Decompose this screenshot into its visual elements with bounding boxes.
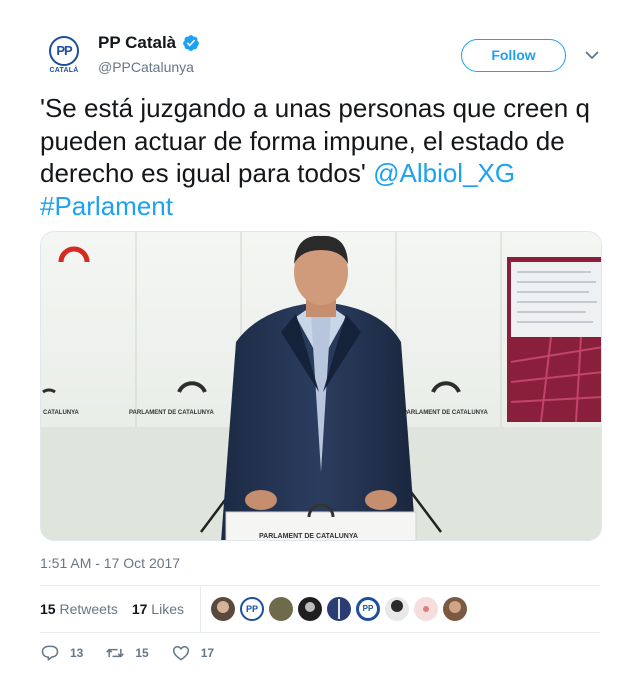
tweet-actions: 13 15 17: [40, 643, 236, 663]
divider-bottom: [40, 632, 600, 633]
liker-avatars: PP PP: [210, 597, 472, 621]
likes-count: 17: [131, 601, 148, 617]
wall-text-right: PARLAMENT DE CATALUNYA: [403, 410, 488, 416]
podium-text: PARLAMENT DE CATALUNYA: [259, 533, 358, 540]
like-action[interactable]: 17: [171, 643, 214, 663]
liker-avatar[interactable]: [326, 597, 351, 621]
liker-avatar[interactable]: [297, 597, 322, 621]
like-count: 17: [200, 646, 215, 660]
liker-avatar[interactable]: PP: [355, 597, 380, 621]
liker-avatar[interactable]: [384, 597, 409, 621]
author-avatar[interactable]: PP CATALÀ: [40, 32, 88, 80]
likes-stat[interactable]: 17 Likes: [132, 601, 184, 617]
reply-count: 13: [70, 646, 84, 660]
retweets-label: Retweets: [59, 601, 118, 617]
liker-avatar[interactable]: PP: [239, 597, 264, 621]
avatar-caption: CATALÀ: [49, 67, 79, 74]
liker-avatar[interactable]: [210, 597, 235, 621]
retweets-count: 15: [40, 601, 56, 617]
author-handle[interactable]: @PPCatalunya: [98, 59, 194, 75]
reply-icon: [41, 645, 59, 661]
tweet-stats: 15 Retweets 17 Likes PP PP: [40, 586, 600, 632]
liker-avatar[interactable]: [413, 597, 438, 621]
tweet-timestamp[interactable]: 1:51 AM - 17 Oct 2017: [40, 555, 180, 571]
wall-text-left: PARLAMENT DE CATALUNYA: [129, 410, 214, 416]
author-display-name[interactable]: PP Català: [98, 33, 176, 53]
likes-label: Likes: [151, 601, 184, 617]
retweet-action[interactable]: 15: [105, 643, 149, 663]
author-name-row[interactable]: PP Català: [98, 33, 200, 53]
retweet-count: 15: [135, 646, 149, 660]
retweets-stat[interactable]: 15 Retweets: [40, 601, 118, 617]
liker-avatar[interactable]: [442, 597, 467, 621]
chevron-down-icon[interactable]: [583, 46, 601, 64]
tweet-media-image[interactable]: PARLAMENT DE CATALUNYA PARLAMENT DE CATA…: [40, 231, 602, 541]
heart-icon: [172, 646, 189, 661]
follow-button[interactable]: Follow: [461, 39, 566, 72]
verified-badge-icon: [183, 35, 199, 51]
wall-text-far-left: CATALUNYA: [43, 410, 80, 416]
reply-action[interactable]: 13: [40, 643, 83, 663]
mention-link[interactable]: @Albiol_XG: [373, 158, 515, 188]
retweet-icon: [106, 648, 125, 658]
pp-logo-icon: PP: [49, 36, 79, 66]
tweet-text: 'Se está juzgando a unas personas que cr…: [40, 92, 610, 222]
hashtag-link[interactable]: #Parlament: [40, 191, 173, 221]
stats-separator: [199, 586, 201, 632]
liker-avatar[interactable]: [268, 597, 293, 621]
